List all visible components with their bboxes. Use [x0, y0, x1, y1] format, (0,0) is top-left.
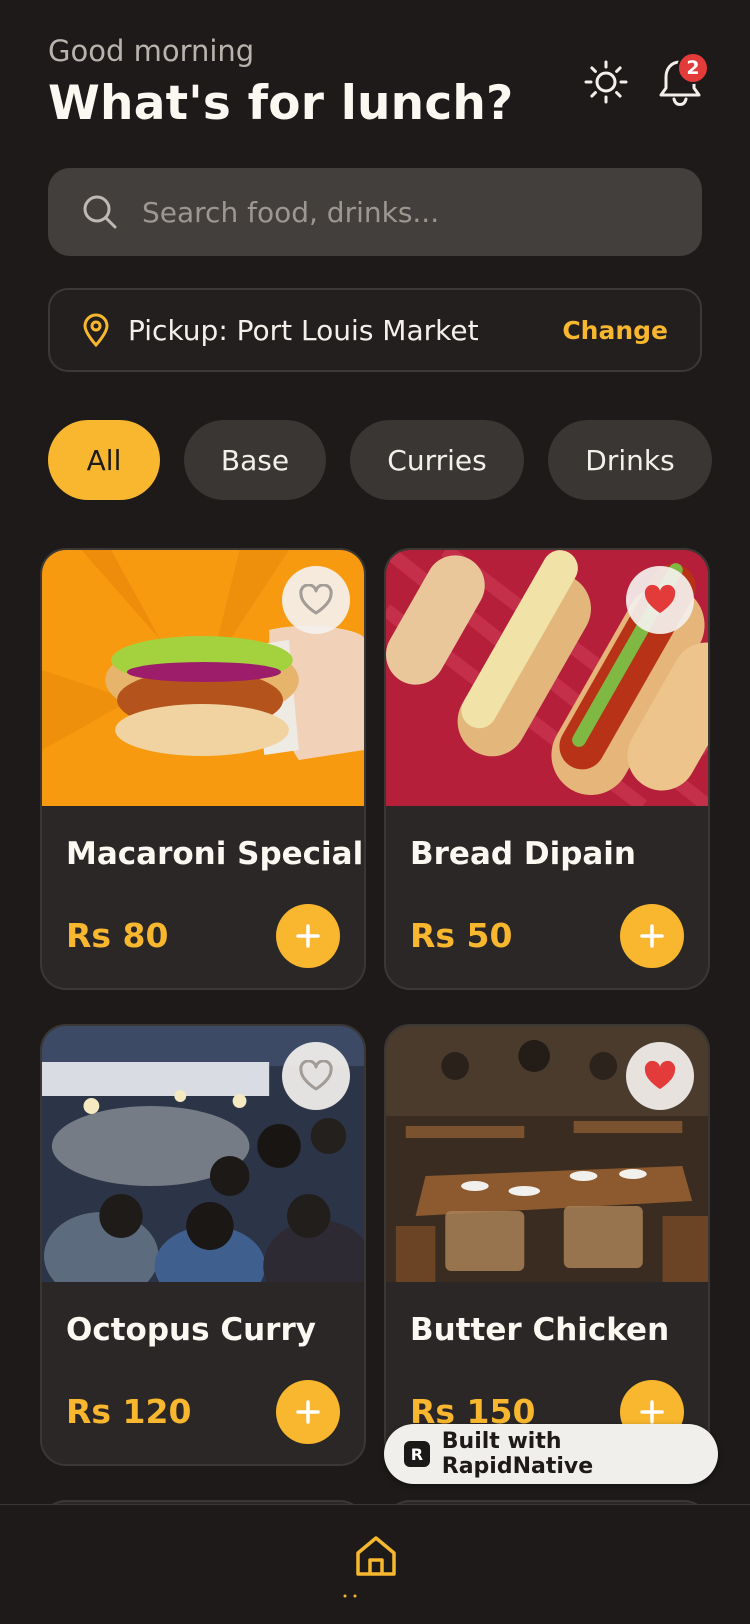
plus-icon	[296, 924, 320, 948]
add-to-cart-button[interactable]	[276, 904, 340, 968]
rapidnative-logo-icon: R	[404, 1441, 430, 1467]
food-name: Bread Dipain	[410, 836, 637, 872]
plus-icon	[296, 1400, 320, 1424]
heart-filled-icon	[644, 584, 676, 613]
category-chip-curries[interactable]: Curries	[350, 420, 524, 500]
heart-filled-icon	[644, 1060, 676, 1089]
home-icon	[356, 1536, 396, 1576]
category-filter: All Base Curries Drinks	[48, 420, 712, 500]
built-with-badge[interactable]: R Built with RapidNative	[384, 1424, 718, 1484]
category-chip-all[interactable]: All	[48, 420, 160, 500]
favorite-button[interactable]	[626, 1042, 694, 1110]
favorite-button[interactable]	[626, 566, 694, 634]
add-to-cart-button[interactable]	[620, 904, 684, 968]
food-price: Rs 120	[66, 1392, 192, 1431]
plus-icon	[640, 1400, 664, 1424]
category-chip-drinks[interactable]: Drinks	[548, 420, 712, 500]
sun-icon	[584, 60, 628, 104]
category-chip-base[interactable]: Base	[184, 420, 326, 500]
built-with-text: Built with RapidNative	[441, 1429, 594, 1479]
location-pin-icon	[83, 313, 109, 347]
theme-toggle-button[interactable]	[580, 56, 632, 108]
food-price: Rs 50	[410, 916, 513, 955]
tab-home[interactable]	[350, 1530, 402, 1582]
active-tab-indicator	[343, 1594, 357, 1598]
add-to-cart-button[interactable]	[276, 1380, 340, 1444]
food-card[interactable]: Macaroni Special Rs 80	[40, 548, 366, 990]
notification-badge: 2	[677, 52, 709, 84]
food-price: Rs 80	[66, 916, 169, 955]
page-title: What's for lunch?	[48, 76, 514, 131]
plus-icon	[640, 924, 664, 948]
food-card[interactable]: Octopus Curry Rs 120	[40, 1024, 366, 1466]
food-name: Octopus Curry	[66, 1312, 316, 1348]
heart-outline-icon	[299, 1060, 333, 1091]
greeting-text: Good morning	[48, 34, 255, 68]
heart-outline-icon	[299, 584, 333, 615]
food-card[interactable]: Bread Dipain Rs 50	[384, 548, 710, 990]
search-input[interactable]	[142, 195, 642, 229]
search-icon	[83, 195, 117, 229]
pickup-location-text: Pickup: Port Louis Market	[128, 313, 479, 347]
favorite-button[interactable]	[282, 566, 350, 634]
food-name: Macaroni Special	[66, 836, 364, 872]
pickup-location-bar: Pickup: Port Louis Market Change	[48, 288, 702, 372]
change-location-button[interactable]: Change	[562, 316, 668, 345]
food-card[interactable]: Butter Chicken Rs 150	[384, 1024, 710, 1466]
search-bar[interactable]	[48, 168, 702, 256]
favorite-button[interactable]	[282, 1042, 350, 1110]
food-name: Butter Chicken	[410, 1312, 670, 1348]
